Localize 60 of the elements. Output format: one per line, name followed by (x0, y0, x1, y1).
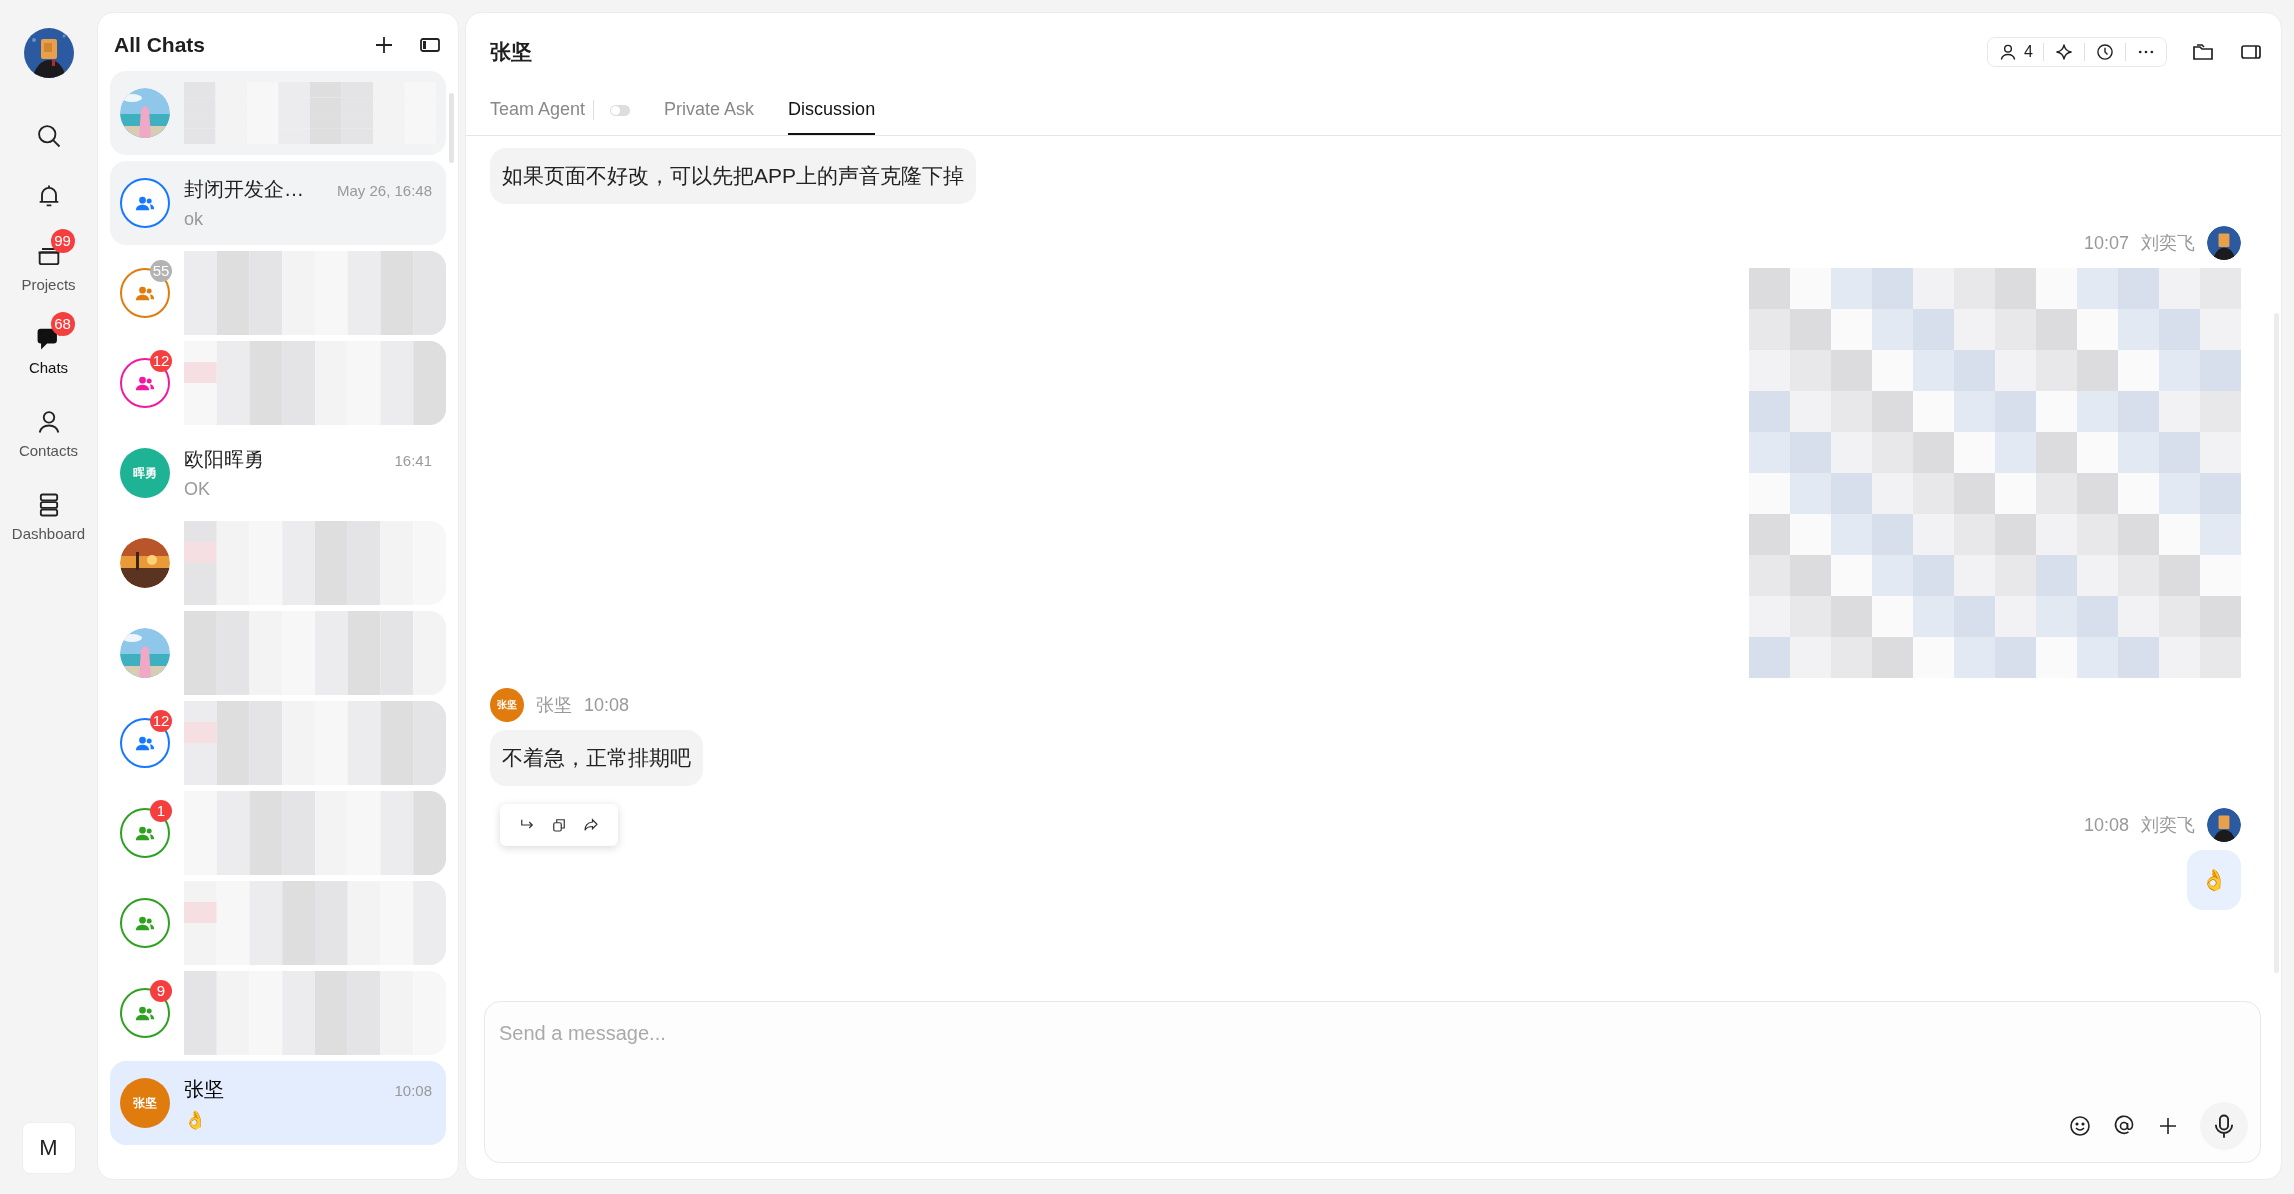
chat-name: 张坚 (184, 1076, 224, 1102)
initials-avatar: 张坚 (120, 1078, 170, 1128)
chat-name: 封闭开发企… (184, 177, 304, 202)
unread-badge: 12 (150, 350, 172, 372)
chat-item[interactable]: 1 (110, 791, 446, 875)
message-time: 10:08 (584, 694, 630, 716)
chat-preview: OK (184, 479, 211, 500)
chat-item[interactable]: 12 (110, 701, 446, 785)
copy-icon[interactable] (550, 816, 568, 834)
sparkle-icon[interactable] (2054, 42, 2074, 62)
message-input[interactable]: Send a message... (485, 1002, 2260, 1065)
chat-item[interactable]: 张坚 张坚 10:08 👌 (110, 1061, 446, 1145)
chat-item[interactable]: 9 (110, 971, 446, 1055)
unread-badge: 55 (150, 260, 172, 282)
chat-preview: 👌 (184, 1108, 207, 1131)
share-icon[interactable] (582, 816, 600, 834)
nav-label: Projects (21, 276, 76, 293)
nav-item[interactable]: 68 Chats (5, 311, 92, 376)
unread-badge: 12 (150, 710, 172, 732)
conversation-title: 张坚 (490, 39, 533, 65)
nav-label: Contacts (18, 442, 79, 459)
tab[interactable]: Private Ask (664, 85, 755, 135)
list-title: All Chats (114, 33, 206, 57)
chat-time: May 26, 16:48 (336, 182, 432, 199)
sender-name: 张坚 (536, 694, 572, 717)
chat-item[interactable]: 12 (110, 341, 446, 425)
chat-time: 16:41 (394, 452, 432, 469)
message-bubble: 如果页面不好改，可以先把APP上的声音克隆下掉 (490, 148, 977, 204)
tab[interactable]: Discussion (788, 85, 876, 135)
message-time: 10:07 (2083, 232, 2129, 254)
message-bubble: 不着急，正常排期吧 (490, 730, 703, 786)
microphone-button[interactable] (2200, 1102, 2248, 1150)
message-input-box[interactable]: Send a message... (484, 1001, 2261, 1163)
unread-badge: 9 (150, 980, 172, 1002)
count-badge: 68 (50, 312, 75, 336)
nav-item[interactable]: 99 Projects (5, 228, 92, 293)
initials-avatar: 张坚 (490, 688, 524, 722)
member-count[interactable]: 4 (2024, 43, 2033, 61)
workspace-button[interactable]: M (21, 1122, 76, 1174)
scrollbar[interactable] (449, 93, 454, 163)
tab[interactable]: Team Agent (490, 85, 586, 135)
chat-time: 10:08 (394, 1081, 432, 1099)
nav-label: Chats (28, 359, 69, 376)
unread-badge: 1 (150, 800, 172, 822)
clock-icon[interactable] (2095, 42, 2115, 62)
message-bubble: 👌 (2187, 850, 2241, 910)
sender-name: 刘奕飞 (2141, 232, 2195, 255)
toggle-switch[interactable] (610, 104, 631, 116)
count-badge: 99 (50, 229, 75, 253)
chat-item[interactable]: 晖勇 欧阳晖勇 16:41 OK (110, 431, 446, 515)
chat-name: 欧阳晖勇 (184, 447, 264, 472)
nav-item[interactable]: Contacts (5, 394, 92, 459)
nav-item[interactable]: Dashboard (5, 477, 92, 542)
chat-item[interactable]: 封闭开发企… May 26, 16:48 ok (110, 161, 446, 245)
message-time: 10:08 (2083, 814, 2129, 836)
chat-preview: ok (184, 209, 204, 230)
emoji-icon[interactable] (2068, 1114, 2092, 1138)
nav-label: Dashboard (11, 525, 86, 542)
initials-avatar: 晖勇 (120, 448, 170, 498)
sender-name: 刘奕飞 (2141, 814, 2195, 837)
